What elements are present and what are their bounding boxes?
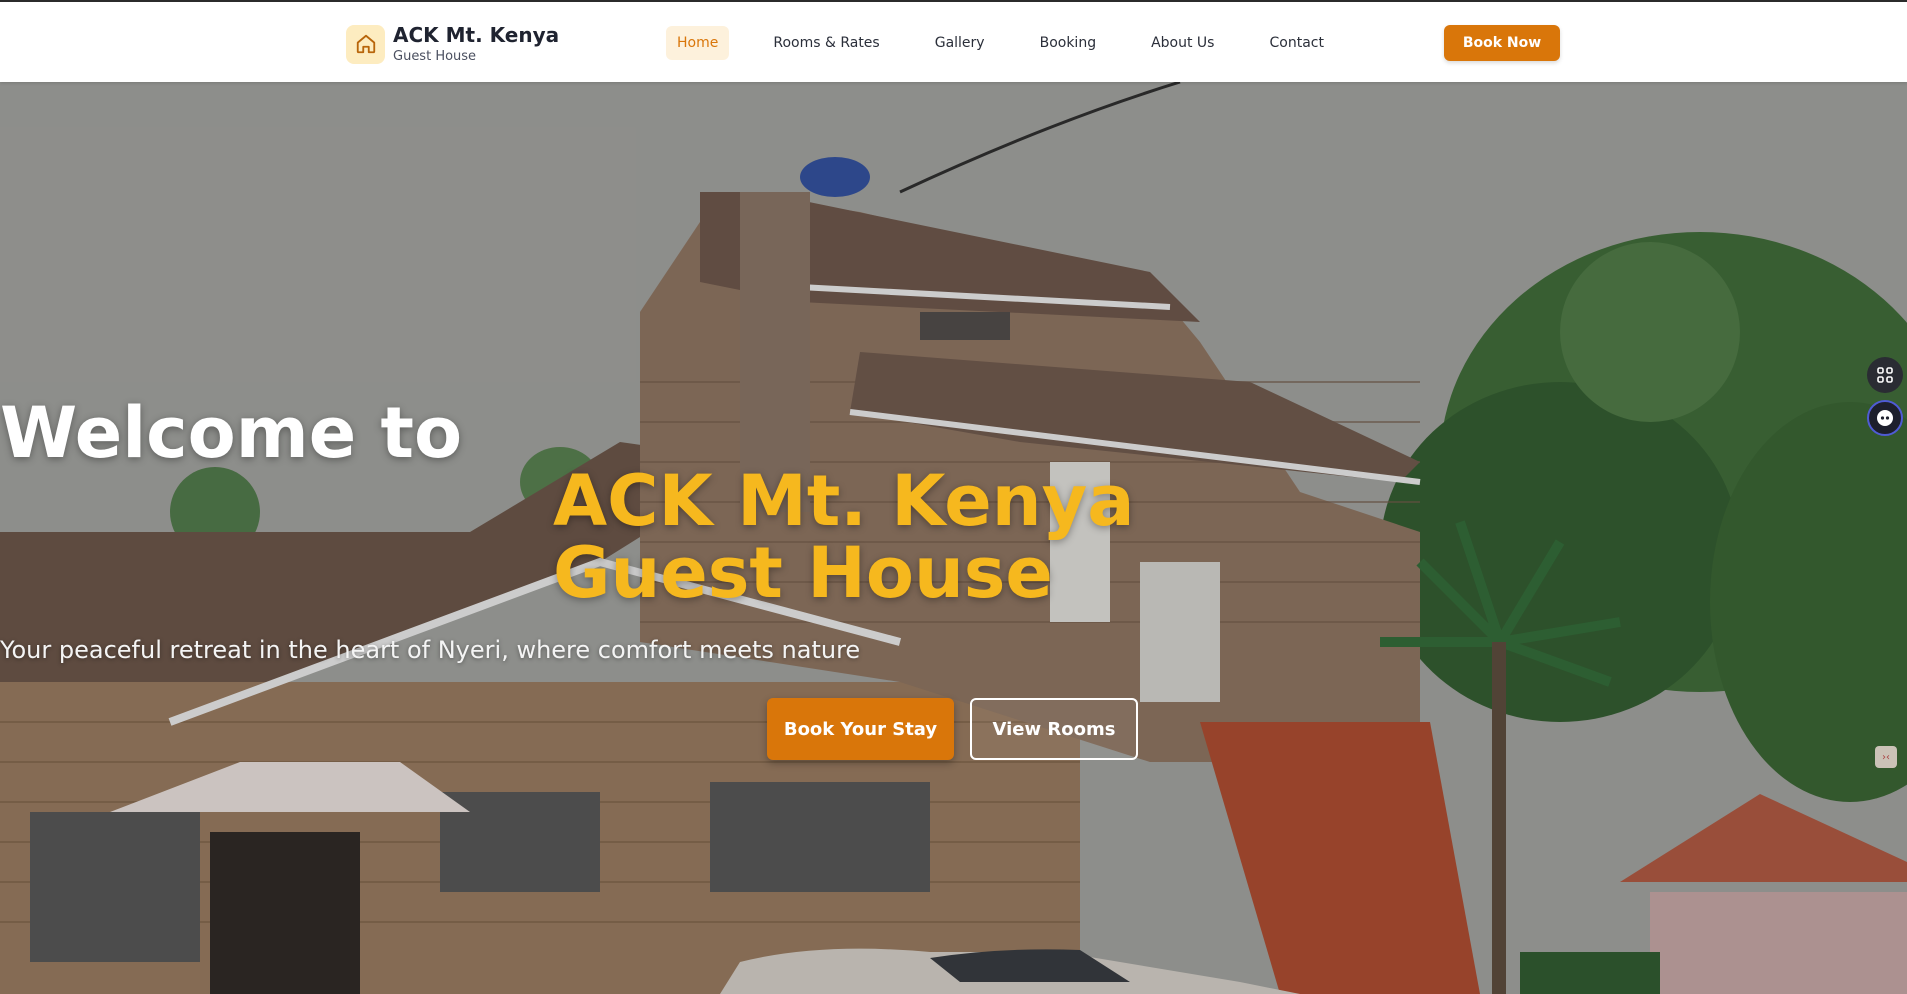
brand-subtitle: Guest House xyxy=(393,49,477,64)
book-your-stay-button[interactable]: Book Your Stay xyxy=(767,698,954,760)
hero-section: Welcome to ACK Mt. Kenya Guest House You… xyxy=(0,82,1907,994)
site-header: ACK Mt. Kenya Guest House Home Rooms & R… xyxy=(0,0,1907,82)
view-rooms-button[interactable]: View Rooms xyxy=(970,698,1138,760)
nav-gallery[interactable]: Gallery xyxy=(924,26,996,60)
hero-title-guest-house: ACK Mt. Kenya Guest House xyxy=(553,460,1135,614)
book-now-button[interactable]: Book Now xyxy=(1444,25,1560,61)
apps-grid-icon[interactable] xyxy=(1867,357,1903,393)
nav-contact[interactable]: Contact xyxy=(1258,26,1334,60)
home-icon xyxy=(346,24,385,64)
nav-about-us[interactable]: About Us xyxy=(1140,26,1225,60)
hero-subtitle: Your peaceful retreat in the heart of Ny… xyxy=(0,636,861,664)
nav-home[interactable]: Home xyxy=(666,26,730,60)
nav-booking[interactable]: Booking xyxy=(1029,26,1108,60)
brand-logo-link[interactable]: ACK Mt. Kenya Guest House xyxy=(346,23,559,65)
assistant-bot-icon[interactable] xyxy=(1867,400,1903,436)
nav-rooms-rates[interactable]: Rooms & Rates xyxy=(762,26,890,60)
brand-name: ACK Mt. Kenya xyxy=(393,23,560,47)
collapse-icon[interactable]: ›‹ xyxy=(1875,746,1897,768)
main-nav: Home Rooms & Rates Gallery Booking About… xyxy=(666,26,1368,60)
